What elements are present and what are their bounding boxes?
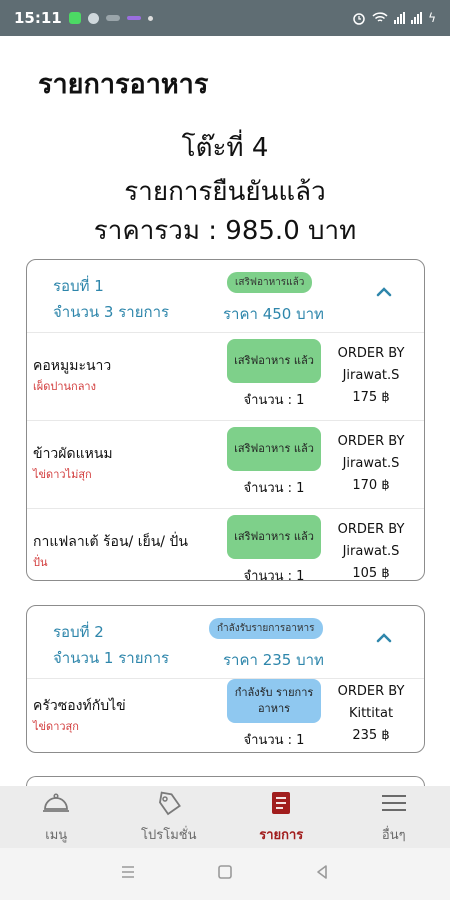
back-icon[interactable] bbox=[313, 863, 331, 885]
order-by-label: ORDER BY bbox=[337, 434, 405, 449]
alarm-icon bbox=[353, 13, 365, 25]
round-item-count: จำนวน 3 รายการ bbox=[53, 303, 170, 321]
item-quantity: จำนวน : 1 bbox=[243, 393, 305, 408]
order-item-row: ครัวซองท์กับไข่ ไข่ดาวสุก กำลังรับ รายกา… bbox=[27, 678, 424, 752]
table-number: โต๊ะที่ 4 bbox=[181, 133, 269, 163]
order-item-row: กาแฟลาเต้ ร้อน/ เย็น/ ปั่น ปั่น เสริฟอาห… bbox=[27, 508, 424, 581]
order-by-label: ORDER BY bbox=[337, 684, 405, 699]
nav-item-label: รายการ bbox=[259, 827, 304, 843]
item-name: คอหมูมะนาว bbox=[33, 358, 112, 374]
order-by-user: Jirawat.S bbox=[342, 456, 400, 471]
collapse-chevron-up-icon[interactable] bbox=[374, 628, 394, 648]
order-by-block: ORDER BY Jirawat.S 170 ฿ bbox=[327, 431, 415, 497]
order-by-label: ORDER BY bbox=[337, 522, 405, 537]
nav-item-label: อื่นๆ bbox=[381, 827, 406, 843]
order-item-row: ข้าวผัดแหนม ไข่ดาวไม่สุก เสริฟอาหาร แล้ว… bbox=[27, 420, 424, 508]
round-number: รอบที่ 2 bbox=[53, 623, 104, 641]
order-by-block: ORDER BY Kittitat 235 ฿ bbox=[327, 681, 415, 747]
signal-icon bbox=[394, 12, 406, 24]
round-header[interactable]: รอบที่ 1 จำนวน 3 รายการ เสริฟอาหารแล้ว ร… bbox=[27, 260, 424, 332]
round-number: รอบที่ 1 bbox=[53, 277, 104, 295]
item-status-badge: เสริฟอาหาร แล้ว bbox=[227, 515, 321, 559]
collapse-chevron-up-icon[interactable] bbox=[374, 282, 394, 302]
order-by-user: Kittitat bbox=[348, 706, 394, 721]
nav-item-menu[interactable]: เมนู bbox=[0, 786, 113, 848]
page-title: รายการอาหาร bbox=[38, 69, 209, 100]
item-price: 105 ฿ bbox=[352, 566, 390, 581]
item-price: 175 ฿ bbox=[352, 390, 390, 405]
cloche-icon bbox=[41, 790, 71, 820]
item-note: ปั่น bbox=[33, 556, 48, 569]
battery-icon: ϟ bbox=[428, 11, 436, 25]
status-time: 15:11 bbox=[14, 9, 62, 27]
nav-item-orders[interactable]: รายการ bbox=[225, 786, 338, 848]
nav-item-label: เมนู bbox=[45, 827, 68, 843]
item-name: กาแฟลาเต้ ร้อน/ เย็น/ ปั่น bbox=[33, 534, 188, 550]
more-notifications-icon bbox=[147, 15, 153, 21]
order-round-card: รอบที่ 1 จำนวน 3 รายการ เสริฟอาหารแล้ว ร… bbox=[26, 259, 425, 581]
round-price: ราคา 450 บาท bbox=[223, 305, 324, 323]
recent-apps-icon[interactable] bbox=[119, 863, 137, 885]
signal-icon bbox=[411, 12, 423, 24]
item-note: เผ็ดปานกลาง bbox=[33, 380, 96, 393]
round-status-badge: กำลังรับรายการอาหาร bbox=[209, 618, 323, 639]
nav-item-label: โปรโมชั่น bbox=[141, 827, 197, 843]
tag-icon bbox=[154, 790, 184, 820]
round-price: ราคา 235 บาท bbox=[223, 651, 324, 669]
item-price: 235 ฿ bbox=[352, 728, 390, 743]
item-status-badge: เสริฟอาหาร แล้ว bbox=[227, 427, 321, 471]
notification-icon bbox=[105, 15, 120, 21]
line-app-icon bbox=[68, 12, 81, 24]
nav-item-more[interactable]: อื่นๆ bbox=[338, 786, 450, 848]
order-by-user: Jirawat.S bbox=[342, 368, 400, 383]
round-item-count: จำนวน 1 รายการ bbox=[53, 649, 170, 667]
item-note: ไข่ดาวไม่สุก bbox=[33, 468, 92, 481]
order-item-row: คอหมูมะนาว เผ็ดปานกลาง เสริฟอาหาร แล้ว จ… bbox=[27, 332, 424, 420]
nav-item-promotion[interactable]: โปรโมชั่น bbox=[113, 786, 226, 848]
wifi-icon bbox=[372, 12, 388, 22]
item-quantity: จำนวน : 1 bbox=[243, 733, 305, 748]
confirmed-orders-label: รายการยืนยันแล้ว bbox=[124, 177, 326, 207]
item-status-badge: เสริฟอาหาร แล้ว bbox=[227, 339, 321, 383]
notification-icon bbox=[126, 16, 141, 20]
system-navigation-bar bbox=[0, 848, 450, 900]
item-name: ครัวซองท์กับไข่ bbox=[33, 698, 126, 714]
home-icon[interactable] bbox=[216, 863, 234, 885]
order-by-block: ORDER BY Jirawat.S 105 ฿ bbox=[327, 519, 415, 581]
total-price: ราคารวม : 985.0 บาท bbox=[93, 216, 357, 246]
round-status-badge: เสริฟอาหารแล้ว bbox=[227, 272, 313, 293]
order-list-icon bbox=[266, 790, 296, 820]
messenger-icon bbox=[87, 12, 99, 24]
item-note: ไข่ดาวสุก bbox=[33, 720, 79, 733]
order-by-label: ORDER BY bbox=[337, 346, 405, 361]
order-by-user: Jirawat.S bbox=[342, 544, 400, 559]
item-quantity: จำนวน : 1 bbox=[243, 481, 305, 496]
status-bar: 15:11 ϟ bbox=[0, 0, 450, 36]
item-name: ข้าวผัดแหนม bbox=[33, 446, 113, 462]
item-quantity: จำนวน : 1 bbox=[243, 569, 305, 581]
item-price: 170 ฿ bbox=[352, 478, 390, 493]
item-status-badge: กำลังรับ รายการอาหาร bbox=[227, 679, 321, 723]
bottom-navigation: เมนู โปรโมชั่น รายการ อื่นๆ bbox=[0, 786, 450, 848]
order-round-card: รอบที่ 2 จำนวน 1 รายการ กำลังรับรายการอา… bbox=[26, 605, 425, 753]
hamburger-icon bbox=[379, 790, 409, 820]
round-header[interactable]: รอบที่ 2 จำนวน 1 รายการ กำลังรับรายการอา… bbox=[27, 606, 424, 678]
order-by-block: ORDER BY Jirawat.S 175 ฿ bbox=[327, 343, 415, 409]
